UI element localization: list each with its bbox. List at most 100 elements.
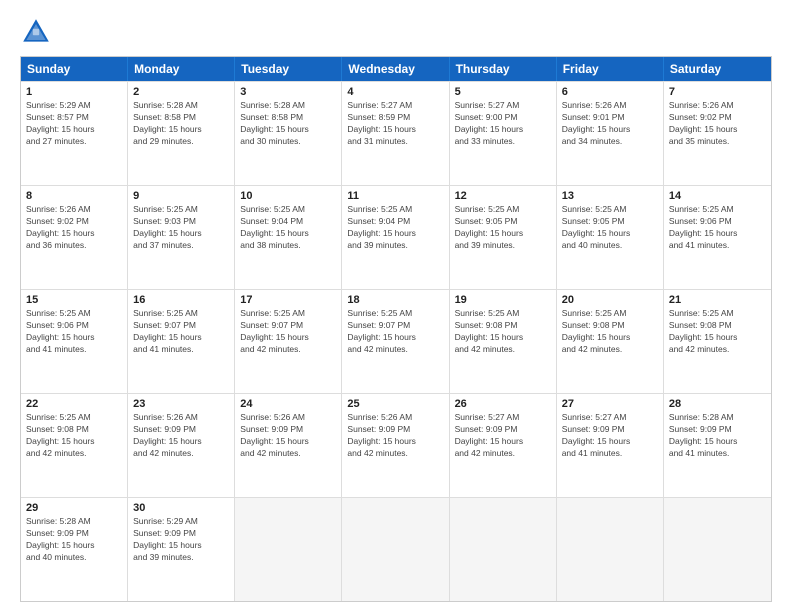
- calendar-cell: 20Sunrise: 5:25 AMSunset: 9:08 PMDayligh…: [557, 290, 664, 393]
- header-day: Thursday: [450, 57, 557, 81]
- header-day: Tuesday: [235, 57, 342, 81]
- calendar-cell: 26 Sunrise: 5:27 AMSunset: 9:09 PMDayligh…: [450, 394, 557, 497]
- day-number: 3: [240, 86, 336, 98]
- header-day: Wednesday: [342, 57, 449, 81]
- day-number: 22: [26, 398, 122, 410]
- day-number: 11: [347, 190, 443, 202]
- day-number: 16: [133, 294, 229, 306]
- day-info: Sunrise: 5:26 AMSunset: 9:09 PMDaylight:…: [240, 412, 336, 460]
- day-number: 2: [133, 86, 229, 98]
- day-info: Sunrise: 5:27 AMSunset: 8:59 PMDaylight:…: [347, 100, 443, 148]
- calendar: SundayMondayTuesdayWednesdayThursdayFrid…: [20, 56, 772, 602]
- calendar-cell: 17Sunrise: 5:25 AMSunset: 9:07 PMDayligh…: [235, 290, 342, 393]
- day-info: Sunrise: 5:28 AMSunset: 9:09 PMDaylight:…: [26, 516, 122, 564]
- day-number: 25: [347, 398, 443, 410]
- day-number: 8: [26, 190, 122, 202]
- calendar-row: 22 Sunrise: 5:25 AMSunset: 9:08 PMDayligh…: [21, 393, 771, 497]
- day-info: Sunrise: 5:28 AMSunset: 9:09 PMDaylight:…: [669, 412, 766, 460]
- calendar-row: 29 Sunrise: 5:28 AMSunset: 9:09 PMDayligh…: [21, 497, 771, 601]
- empty-cell: [342, 498, 449, 601]
- day-number: 12: [455, 190, 551, 202]
- day-info: Sunrise: 5:28 AMSunset: 8:58 PMDaylight:…: [240, 100, 336, 148]
- header-day: Sunday: [21, 57, 128, 81]
- logo-icon: [20, 16, 52, 48]
- header-day: Saturday: [664, 57, 771, 81]
- day-info: Sunrise: 5:27 AMSunset: 9:09 PMDaylight:…: [455, 412, 551, 460]
- day-number: 1: [26, 86, 122, 98]
- day-number: 17: [240, 294, 336, 306]
- day-info: Sunrise: 5:25 AMSunset: 9:08 PMDaylight:…: [26, 412, 122, 460]
- calendar-cell: 19 Sunrise: 5:25 AMSunset: 9:08 PMDayligh…: [450, 290, 557, 393]
- calendar-cell: 10 Sunrise: 5:25 AMSunset: 9:04 PMDayligh…: [235, 186, 342, 289]
- header-day: Monday: [128, 57, 235, 81]
- calendar-row: 1 Sunrise: 5:29 AMSunset: 8:57 PMDaylight…: [21, 81, 771, 185]
- day-info: Sunrise: 5:25 AMSunset: 9:04 PMDaylight:…: [240, 204, 336, 252]
- calendar-cell: 18Sunrise: 5:25 AMSunset: 9:07 PMDayligh…: [342, 290, 449, 393]
- day-number: 27: [562, 398, 658, 410]
- calendar-cell: 9Sunrise: 5:25 AMSunset: 9:03 PMDaylight…: [128, 186, 235, 289]
- day-info: Sunrise: 5:25 AMSunset: 9:06 PMDaylight:…: [669, 204, 766, 252]
- header-day: Friday: [557, 57, 664, 81]
- day-number: 19: [455, 294, 551, 306]
- day-number: 5: [455, 86, 551, 98]
- calendar-cell: 7 Sunrise: 5:26 AMSunset: 9:02 PMDaylight…: [664, 82, 771, 185]
- header: [20, 16, 772, 48]
- day-info: Sunrise: 5:26 AMSunset: 9:02 PMDaylight:…: [669, 100, 766, 148]
- day-info: Sunrise: 5:25 AMSunset: 9:08 PMDaylight:…: [669, 308, 766, 356]
- day-number: 18: [347, 294, 443, 306]
- calendar-cell: 2 Sunrise: 5:28 AMSunset: 8:58 PMDaylight…: [128, 82, 235, 185]
- empty-cell: [664, 498, 771, 601]
- calendar-cell: 14 Sunrise: 5:25 AMSunset: 9:06 PMDayligh…: [664, 186, 771, 289]
- calendar-row: 8 Sunrise: 5:26 AMSunset: 9:02 PMDaylight…: [21, 185, 771, 289]
- day-number: 13: [562, 190, 658, 202]
- calendar-cell: 12 Sunrise: 5:25 AMSunset: 9:05 PMDayligh…: [450, 186, 557, 289]
- calendar-cell: 15 Sunrise: 5:25 AMSunset: 9:06 PMDayligh…: [21, 290, 128, 393]
- calendar-header: SundayMondayTuesdayWednesdayThursdayFrid…: [21, 57, 771, 81]
- day-number: 14: [669, 190, 766, 202]
- day-info: Sunrise: 5:26 AMSunset: 9:09 PMDaylight:…: [133, 412, 229, 460]
- calendar-cell: 4Sunrise: 5:27 AMSunset: 8:59 PMDaylight…: [342, 82, 449, 185]
- day-info: Sunrise: 5:25 AMSunset: 9:08 PMDaylight:…: [562, 308, 658, 356]
- day-info: Sunrise: 5:25 AMSunset: 9:08 PMDaylight:…: [455, 308, 551, 356]
- day-number: 10: [240, 190, 336, 202]
- day-number: 29: [26, 502, 122, 514]
- day-info: Sunrise: 5:25 AMSunset: 9:05 PMDaylight:…: [455, 204, 551, 252]
- calendar-cell: 5 Sunrise: 5:27 AMSunset: 9:00 PMDaylight…: [450, 82, 557, 185]
- calendar-cell: 27 Sunrise: 5:27 AMSunset: 9:09 PMDayligh…: [557, 394, 664, 497]
- day-number: 28: [669, 398, 766, 410]
- empty-cell: [235, 498, 342, 601]
- day-info: Sunrise: 5:26 AMSunset: 9:09 PMDaylight:…: [347, 412, 443, 460]
- calendar-cell: 28 Sunrise: 5:28 AMSunset: 9:09 PMDayligh…: [664, 394, 771, 497]
- day-number: 26: [455, 398, 551, 410]
- day-info: Sunrise: 5:28 AMSunset: 8:58 PMDaylight:…: [133, 100, 229, 148]
- calendar-cell: 21Sunrise: 5:25 AMSunset: 9:08 PMDayligh…: [664, 290, 771, 393]
- day-info: Sunrise: 5:25 AMSunset: 9:05 PMDaylight:…: [562, 204, 658, 252]
- day-info: Sunrise: 5:29 AMSunset: 8:57 PMDaylight:…: [26, 100, 122, 148]
- calendar-cell: 25 Sunrise: 5:26 AMSunset: 9:09 PMDayligh…: [342, 394, 449, 497]
- empty-cell: [450, 498, 557, 601]
- day-info: Sunrise: 5:27 AMSunset: 9:00 PMDaylight:…: [455, 100, 551, 148]
- calendar-cell: 3 Sunrise: 5:28 AMSunset: 8:58 PMDaylight…: [235, 82, 342, 185]
- empty-cell: [557, 498, 664, 601]
- day-info: Sunrise: 5:25 AMSunset: 9:03 PMDaylight:…: [133, 204, 229, 252]
- day-number: 15: [26, 294, 122, 306]
- calendar-cell: 11Sunrise: 5:25 AMSunset: 9:04 PMDayligh…: [342, 186, 449, 289]
- calendar-cell: 8 Sunrise: 5:26 AMSunset: 9:02 PMDaylight…: [21, 186, 128, 289]
- calendar-cell: 29 Sunrise: 5:28 AMSunset: 9:09 PMDayligh…: [21, 498, 128, 601]
- calendar-cell: 6Sunrise: 5:26 AMSunset: 9:01 PMDaylight…: [557, 82, 664, 185]
- calendar-cell: 1 Sunrise: 5:29 AMSunset: 8:57 PMDaylight…: [21, 82, 128, 185]
- calendar-cell: 30 Sunrise: 5:29 AMSunset: 9:09 PMDayligh…: [128, 498, 235, 601]
- day-info: Sunrise: 5:26 AMSunset: 9:02 PMDaylight:…: [26, 204, 122, 252]
- day-number: 7: [669, 86, 766, 98]
- calendar-cell: 24 Sunrise: 5:26 AMSunset: 9:09 PMDayligh…: [235, 394, 342, 497]
- day-number: 23: [133, 398, 229, 410]
- day-info: Sunrise: 5:27 AMSunset: 9:09 PMDaylight:…: [562, 412, 658, 460]
- calendar-row: 15 Sunrise: 5:25 AMSunset: 9:06 PMDayligh…: [21, 289, 771, 393]
- calendar-cell: 23 Sunrise: 5:26 AMSunset: 9:09 PMDayligh…: [128, 394, 235, 497]
- day-number: 30: [133, 502, 229, 514]
- day-info: Sunrise: 5:25 AMSunset: 9:06 PMDaylight:…: [26, 308, 122, 356]
- calendar-cell: 16Sunrise: 5:25 AMSunset: 9:07 PMDayligh…: [128, 290, 235, 393]
- day-number: 24: [240, 398, 336, 410]
- calendar-cell: 13 Sunrise: 5:25 AMSunset: 9:05 PMDayligh…: [557, 186, 664, 289]
- day-info: Sunrise: 5:29 AMSunset: 9:09 PMDaylight:…: [133, 516, 229, 564]
